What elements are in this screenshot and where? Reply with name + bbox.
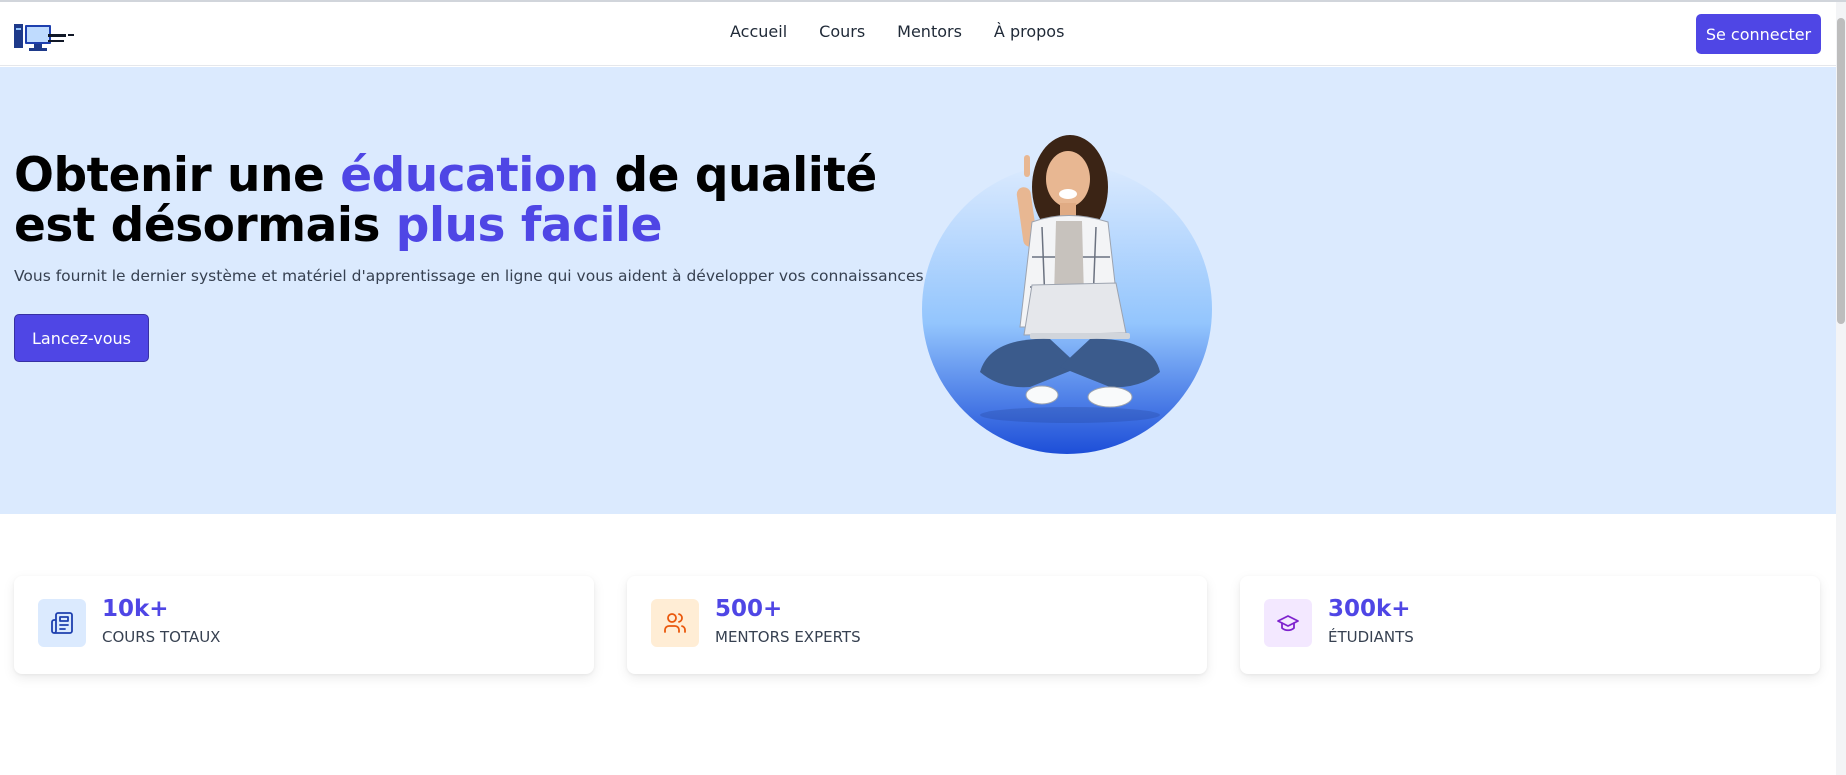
- stat-value-courses: 10k+: [102, 596, 169, 622]
- scrollbar-thumb[interactable]: [1837, 18, 1845, 324]
- nav-mentors[interactable]: Mentors: [897, 22, 962, 41]
- nav-a-propos[interactable]: À propos: [994, 22, 1064, 41]
- stat-value-students: 300k+: [1328, 596, 1411, 622]
- hero-section: Obtenir une éducation de qualité est dés…: [0, 67, 1836, 514]
- main-nav: Accueil Cours Mentors À propos: [730, 22, 1096, 41]
- hero-title-highlight-education: éducation: [340, 148, 599, 203]
- newspaper-icon: [38, 599, 86, 647]
- site-header: Accueil Cours Mentors À propos Se connec…: [0, 2, 1836, 66]
- get-started-button[interactable]: Lancez-vous: [14, 314, 149, 362]
- page-scrollbar[interactable]: [1836, 2, 1846, 775]
- stat-label-courses: COURS TOTAUX: [102, 628, 221, 646]
- users-icon: [651, 599, 699, 647]
- stat-label-mentors: MENTORS EXPERTS: [715, 628, 861, 646]
- stat-card-students: 300k+ ÉTUDIANTS: [1240, 576, 1820, 674]
- stat-card-mentors: 500+ MENTORS EXPERTS: [627, 576, 1207, 674]
- student-with-laptop-illustration: [920, 97, 1220, 467]
- stat-label-students: ÉTUDIANTS: [1328, 628, 1414, 646]
- hero-title: Obtenir une éducation de qualité est dés…: [14, 151, 894, 251]
- login-button[interactable]: Se connecter: [1696, 14, 1821, 54]
- nav-accueil[interactable]: Accueil: [730, 22, 787, 41]
- hero-title-part1: Obtenir une: [14, 148, 341, 203]
- nav-cours[interactable]: Cours: [819, 22, 865, 41]
- stat-card-courses: 10k+ COURS TOTAUX: [14, 576, 594, 674]
- computer-logo-icon: [14, 24, 74, 51]
- graduation-cap-icon: [1264, 599, 1312, 647]
- site-logo[interactable]: [14, 20, 76, 56]
- hero-title-highlight-easier: plus facile: [395, 198, 663, 253]
- stat-value-mentors: 500+: [715, 596, 783, 622]
- hero-subtitle: Vous fournit le dernier système et matér…: [14, 267, 929, 285]
